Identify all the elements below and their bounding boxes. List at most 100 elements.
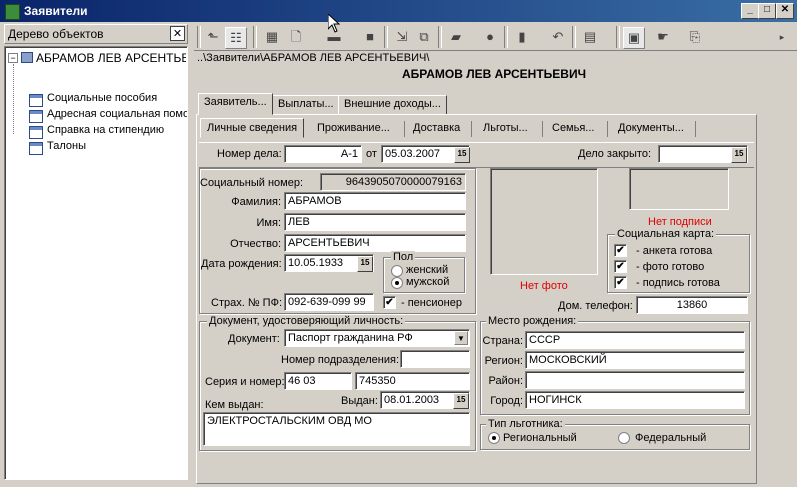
list-icon bbox=[29, 94, 43, 107]
copy-icon[interactable]: ⧉ bbox=[414, 27, 434, 47]
surname-field[interactable]: АБРАМОВ bbox=[284, 192, 466, 210]
patronymic-field[interactable]: АРСЕНТЬЕВИЧ bbox=[284, 234, 466, 252]
signature-ready-label: - подпись готова bbox=[636, 277, 720, 289]
calendar-icon[interactable]: 15 bbox=[453, 393, 469, 409]
case-number-field[interactable]: А-1 bbox=[284, 145, 362, 163]
country-field[interactable]: СССР bbox=[525, 331, 745, 349]
doc-number-field[interactable]: 745350 bbox=[355, 372, 470, 390]
list-icon bbox=[29, 142, 43, 155]
close-window-button[interactable]: ✕ bbox=[776, 3, 794, 19]
toolbar-more-icon[interactable]: ▸ bbox=[772, 27, 792, 47]
doc-type-value: Паспорт гражданина РФ bbox=[288, 332, 413, 344]
person-icon bbox=[21, 52, 33, 63]
gender-female-radio[interactable] bbox=[391, 265, 403, 277]
folder-icon[interactable]: ▰ bbox=[446, 27, 466, 47]
snils-field[interactable]: 092-639-099 99 bbox=[284, 293, 374, 311]
toolbar-separator bbox=[504, 26, 508, 48]
series-label: Серия и номер: bbox=[205, 376, 285, 388]
stop-icon[interactable]: ■ bbox=[360, 27, 380, 47]
federal-radio[interactable] bbox=[618, 432, 630, 444]
attach-icon[interactable]: ▮ bbox=[512, 27, 532, 47]
case-date-value: 05.03.2007 bbox=[385, 148, 441, 160]
name-label: Имя: bbox=[256, 217, 281, 229]
tree-item[interactable]: Талоны bbox=[47, 140, 86, 152]
minimize-button[interactable]: _ bbox=[741, 3, 759, 19]
district-label: Район: bbox=[488, 375, 523, 387]
maximize-button[interactable]: □ bbox=[758, 3, 776, 19]
preview-icon[interactable]: 🗋 bbox=[286, 27, 306, 47]
beneficiary-title: Тип льготника: bbox=[486, 418, 565, 430]
columns-icon[interactable]: ▤ bbox=[580, 27, 600, 47]
name-field[interactable]: ЛЕВ bbox=[284, 213, 466, 231]
doc-type-label: Документ: bbox=[228, 333, 280, 345]
subtab-delivery[interactable]: Доставка bbox=[407, 119, 466, 139]
federal-label: Федеральный bbox=[635, 432, 707, 444]
tree-item[interactable]: Социальные пособия bbox=[47, 92, 157, 104]
division-field[interactable] bbox=[400, 350, 470, 368]
tree-item[interactable]: Справка на стипендию bbox=[47, 124, 164, 136]
regional-radio[interactable] bbox=[488, 432, 500, 444]
tree-view-icon[interactable]: ☷ bbox=[225, 27, 247, 49]
form-ready-checkbox[interactable]: ✔ bbox=[614, 244, 627, 257]
phone-field[interactable]: 13860 bbox=[636, 296, 748, 314]
district-field[interactable] bbox=[525, 371, 745, 389]
move-icon[interactable]: ⇲ bbox=[392, 27, 412, 47]
subtab-benefits[interactable]: Льготы... bbox=[477, 119, 534, 139]
subtab-strip: Личные сведения Проживание... Доставка Л… bbox=[199, 117, 754, 141]
subtab-residence[interactable]: Проживание... bbox=[311, 119, 396, 139]
issued-date-value: 08.01.2003 bbox=[384, 394, 440, 406]
signature-box[interactable] bbox=[629, 168, 729, 210]
form-view-icon[interactable]: ▣ bbox=[623, 27, 645, 49]
social-card-title: Социальная карта: bbox=[615, 228, 717, 240]
window-title: Заявители bbox=[24, 4, 88, 18]
tree-root[interactable]: АБРАМОВ ЛЕВ АРСЕНТЬЕВИЧ bbox=[36, 51, 186, 65]
tree-item[interactable]: Адресная социальная помо bbox=[47, 108, 187, 120]
close-tree-button[interactable]: ✕ bbox=[170, 26, 185, 41]
handshake-icon[interactable]: ☛ bbox=[653, 27, 673, 47]
list-icon bbox=[29, 126, 43, 139]
report-icon[interactable]: ⎘ bbox=[685, 27, 705, 47]
calendar-icon[interactable]: 15 bbox=[731, 147, 747, 163]
record-icon[interactable]: ● bbox=[480, 27, 500, 47]
calendar-icon[interactable]: 15 bbox=[357, 256, 373, 272]
case-date-label: от bbox=[366, 148, 377, 160]
dropdown-arrow-icon[interactable]: ▼ bbox=[454, 331, 468, 345]
tree-header: Дерево объектов ✕ bbox=[4, 24, 188, 44]
collapse-icon[interactable]: − bbox=[8, 53, 18, 63]
tab-external-income[interactable]: Внешние доходы... bbox=[338, 95, 447, 115]
issued-by-field[interactable]: ЭЛЕКТРОСТАЛЬСКИМ ОВД МО bbox=[203, 412, 470, 446]
calendar-icon[interactable]: 15 bbox=[454, 147, 470, 163]
tab-applicant[interactable]: Заявитель... bbox=[198, 93, 273, 115]
app-icon bbox=[5, 4, 20, 20]
list-icon bbox=[29, 110, 43, 123]
no-signature-label: Нет подписи bbox=[648, 216, 712, 228]
region-field[interactable]: МОСКОВСКИЙ bbox=[525, 351, 745, 369]
region-label: Регион: bbox=[484, 355, 523, 367]
gender-male-label: мужской bbox=[406, 276, 450, 288]
up-folder-icon[interactable]: ⬑ bbox=[203, 27, 223, 47]
photo-box[interactable] bbox=[490, 168, 598, 275]
table-icon[interactable]: ▦ bbox=[262, 27, 282, 47]
identity-doc-title: Документ, удостоверяющий личность: bbox=[207, 315, 406, 327]
subtab-documents[interactable]: Документы... bbox=[612, 119, 690, 139]
toolbar-separator bbox=[197, 26, 201, 48]
subtab-family[interactable]: Семья... bbox=[546, 119, 600, 139]
doc-type-select[interactable]: Паспорт гражданина РФ bbox=[284, 329, 470, 347]
undo-icon[interactable]: ↶ bbox=[548, 27, 568, 47]
city-field[interactable]: НОГИНСК bbox=[525, 391, 745, 409]
page-title: АБРАМОВ ЛЕВ АРСЕНТЬЕВИЧ bbox=[401, 67, 587, 81]
signature-ready-checkbox[interactable]: ✔ bbox=[614, 276, 627, 289]
photo-ready-checkbox[interactable]: ✔ bbox=[614, 260, 627, 273]
case-number-label: Номер дела: bbox=[217, 148, 282, 160]
series-field[interactable]: 46 03 bbox=[284, 372, 352, 390]
pensioner-checkbox[interactable]: ✔ bbox=[383, 296, 396, 309]
tab-payments[interactable]: Выплаты... bbox=[272, 95, 340, 115]
social-number-field: 9643905070000079163 bbox=[320, 173, 466, 191]
birth-value: 10.05.1933 bbox=[288, 257, 344, 269]
left-panel: Дерево объектов ✕ − АБРАМОВ ЛЕВ АРСЕНТЬЕ… bbox=[0, 22, 193, 487]
breadcrumb: ..\Заявители\АБРАМОВ ЛЕВ АРСЕНТЬЕВИЧ\ bbox=[197, 52, 430, 64]
tree-title: Дерево объектов bbox=[8, 27, 104, 41]
gender-male-radio[interactable] bbox=[391, 277, 403, 289]
surname-label: Фамилия: bbox=[231, 196, 281, 208]
subtab-personal[interactable]: Личные сведения bbox=[200, 118, 305, 138]
